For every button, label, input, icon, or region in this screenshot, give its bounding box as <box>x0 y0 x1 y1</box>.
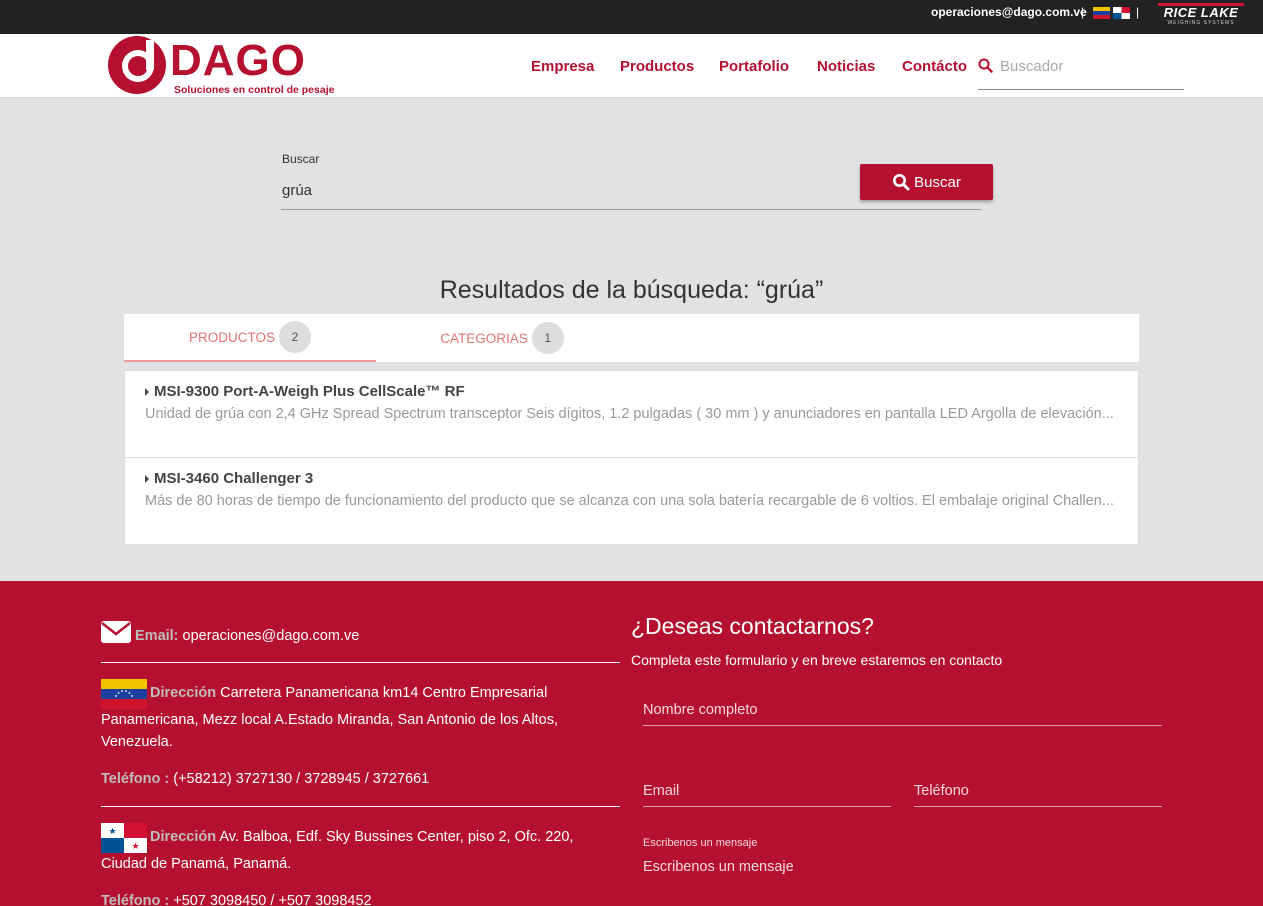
result-item[interactable]: MSI-9300 Port-A-Weigh Plus CellScale™ RF… <box>125 371 1138 458</box>
svg-text:★: ★ <box>108 827 116 837</box>
message-textarea[interactable] <box>643 859 1162 889</box>
search-icon <box>893 174 910 191</box>
message-label: Escribenos un mensaje <box>643 837 758 849</box>
brand-tagline: Soluciones en control de pesaje <box>174 84 335 96</box>
envelope-icon <box>101 621 131 643</box>
result-description: Unidad de grúa con 2,4 GHz Spread Spectr… <box>145 406 1114 422</box>
results-title: Resultados de la búsqueda: “grúa” <box>439 276 824 304</box>
tab-label: PRODUCTOS <box>188 329 275 345</box>
ve-address-first: Dirección Carretera Panamericana km14 Ce… <box>150 682 620 704</box>
topbar-separator: | <box>1081 5 1085 19</box>
ve-phone: Teléfono : (+58212) 3727130 / 3728945 / … <box>101 768 429 790</box>
header-search <box>978 48 1184 90</box>
tab-categorias[interactable]: CATEGORIAS 1 <box>376 314 628 362</box>
count-badge: 1 <box>531 322 564 354</box>
results-tabs: PRODUCTOS 2 CATEGORIAS 1 <box>124 314 1139 362</box>
contact-subtitle: Completa este formulario y en breve esta… <box>631 652 1003 668</box>
result-description: Más de 80 horas de tiempo de funcionamie… <box>145 493 1114 509</box>
address-label: Dirección <box>150 829 217 845</box>
topbar-email-link[interactable]: operaciones@dago.com.ve <box>931 5 1087 19</box>
panama-flag-icon[interactable] <box>1113 7 1130 19</box>
phone-label: Teléfono : <box>101 893 170 906</box>
email-label: Email: <box>135 628 179 644</box>
ve-address-rest: Panamericana, Mezz local A.Estado Mirand… <box>101 712 559 750</box>
result-item[interactable]: MSI-3460 Challenger 3 Más de 80 horas de… <box>125 458 1138 544</box>
top-bar: operaciones@dago.com.ve | | RICE LAKE WE… <box>0 0 1263 34</box>
email-input[interactable] <box>643 776 891 806</box>
pa-address-rest: Ciudad de Panamá, Panamá. <box>101 856 292 872</box>
rice-lake-logo[interactable]: RICE LAKE WEIGHING SYSTEMS <box>1158 3 1244 27</box>
header-search-input[interactable] <box>1000 54 1180 78</box>
search-icon[interactable] <box>978 58 993 73</box>
email-field <box>643 776 891 807</box>
result-title[interactable]: MSI-9300 Port-A-Weigh Plus CellScale™ RF <box>154 383 465 400</box>
result-title[interactable]: MSI-3460 Challenger 3 <box>154 470 313 487</box>
site-header: DAGO Soluciones en control de pesaje Emp… <box>0 34 1263 98</box>
contact-title: ¿Deseas contactarnos? <box>631 613 874 639</box>
name-field <box>643 695 1162 726</box>
search-label: Buscar <box>282 152 320 166</box>
phone-field <box>914 776 1162 807</box>
venezuela-flag-icon <box>101 679 147 709</box>
brand-name: DAGO <box>170 36 306 85</box>
divider <box>101 662 620 663</box>
svg-text:★: ★ <box>131 842 139 852</box>
phone-text: (+58212) 3727130 / 3728945 / 3727661 <box>173 771 430 787</box>
address-label: Dirección <box>150 685 217 701</box>
divider <box>101 806 620 807</box>
footer-email-link[interactable]: operaciones@dago.com.ve <box>183 628 360 644</box>
nav-item-empresa[interactable]: Empresa <box>531 58 594 75</box>
rice-lake-subtitle: WEIGHING SYSTEMS <box>1167 20 1235 26</box>
rice-lake-name: RICE LAKE <box>1163 5 1239 20</box>
search-button-label: Buscar <box>914 173 961 191</box>
caret-right-icon <box>145 387 149 396</box>
search-button[interactable]: Buscar <box>860 164 993 200</box>
tab-label: CATEGORIAS <box>440 330 528 346</box>
dago-logo[interactable]: DAGO Soluciones en control de pesaje <box>108 36 334 96</box>
site-footer: Email: operaciones@dago.com.ve Dirección… <box>0 581 1263 906</box>
pa-address-first: Dirección Av. Balboa, Edf. Sky Bussines … <box>150 826 620 848</box>
nav-item-portafolio[interactable]: Portafolio <box>719 58 789 75</box>
caret-right-icon <box>145 474 149 483</box>
pa-phone: Teléfono : +507 3098450 / +507 3098452 <box>101 890 372 906</box>
venezuela-flag-icon[interactable] <box>1093 7 1110 19</box>
panama-flag-icon: ★ ★ <box>101 823 147 853</box>
phone-input[interactable] <box>914 776 1162 806</box>
count-badge: 2 <box>279 321 311 353</box>
phone-label: Teléfono : <box>101 771 170 787</box>
results-list: MSI-9300 Port-A-Weigh Plus CellScale™ RF… <box>124 370 1139 545</box>
nav-item-noticias[interactable]: Noticias <box>817 58 875 75</box>
footer-email: Email: operaciones@dago.com.ve <box>135 625 359 647</box>
address-text: Carretera Panamericana km14 Centro Empre… <box>220 685 548 701</box>
nav-item-contacto[interactable]: Contácto <box>902 58 967 75</box>
topbar-separator: | <box>1136 5 1140 19</box>
phone-text: +507 3098450 / +507 3098452 <box>173 893 372 906</box>
tab-productos[interactable]: PRODUCTOS 2 <box>124 314 376 362</box>
nav-item-productos[interactable]: Productos <box>620 58 694 75</box>
name-input[interactable] <box>643 695 1162 725</box>
address-text: Av. Balboa, Edf. Sky Bussines Center, pi… <box>219 829 574 845</box>
